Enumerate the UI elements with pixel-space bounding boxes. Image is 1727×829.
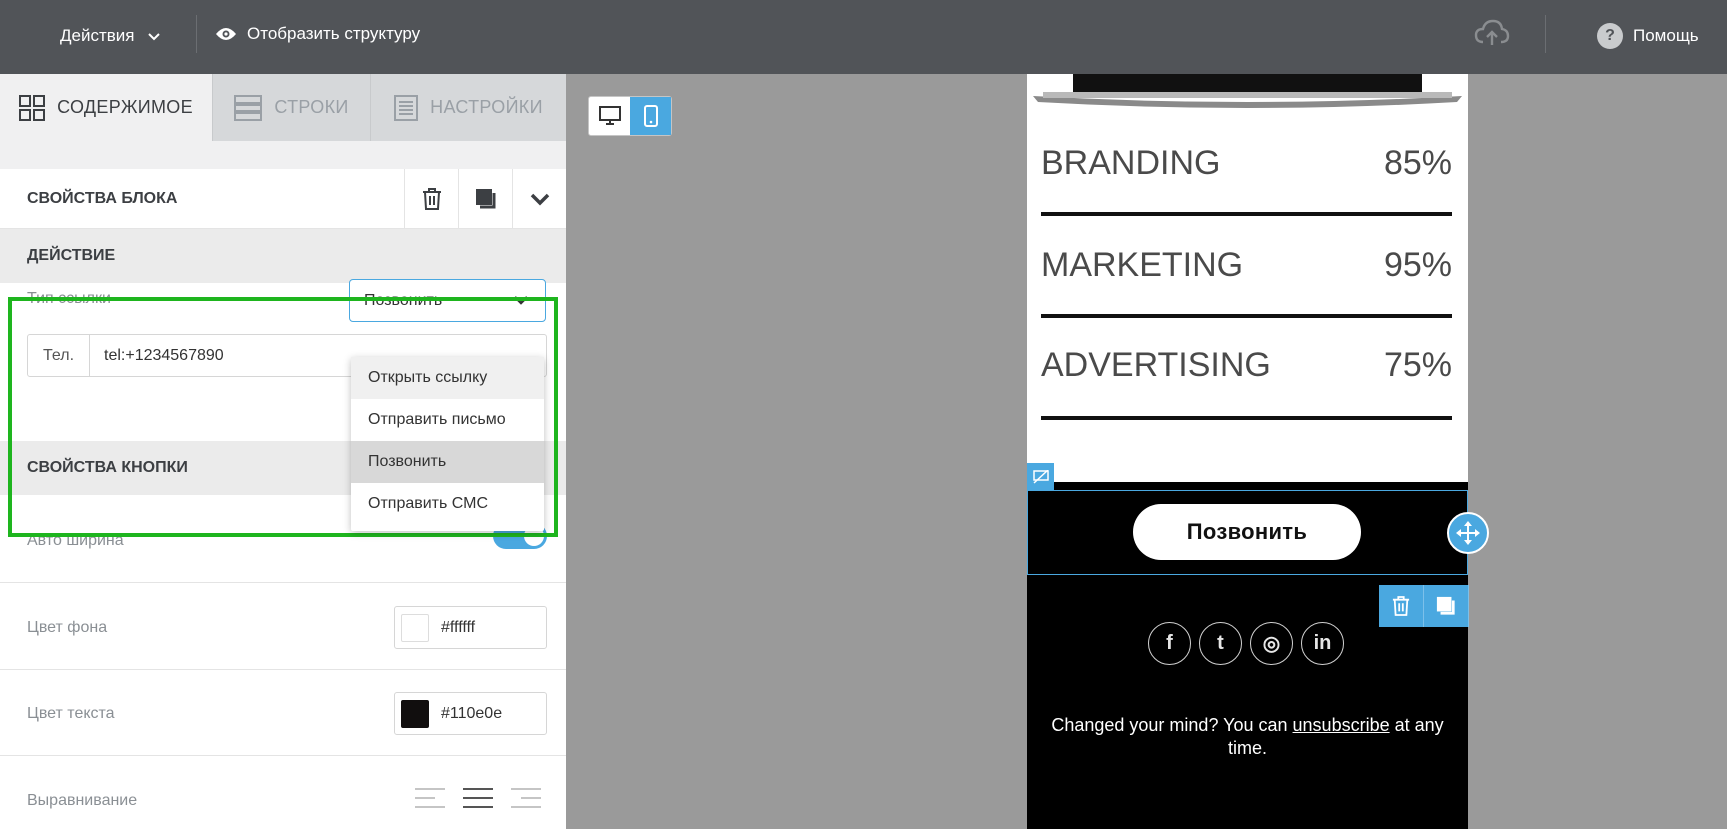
skill-row: BRANDING 85%: [1041, 144, 1452, 183]
show-structure-button[interactable]: Отобразить структуру: [215, 24, 420, 44]
sidebar-tabs: СОДЕРЖИМОЕ СТРОКИ НАСТРОЙКИ: [0, 74, 566, 141]
skill-percent: 95%: [1383, 246, 1452, 284]
show-structure-label: Отобразить структуру: [247, 24, 421, 43]
option-send-sms[interactable]: Отправить СМС: [351, 483, 544, 525]
trash-icon: [422, 187, 441, 210]
laptop-image: [1033, 74, 1462, 108]
desktop-icon: [598, 106, 621, 125]
mobile-view-button[interactable]: [630, 97, 671, 135]
skill-row: MARKETING 95%: [1041, 246, 1452, 285]
option-open-link[interactable]: Открыть ссылку: [351, 357, 544, 399]
tab-settings[interactable]: НАСТРОЙКИ: [371, 74, 566, 141]
text-color-swatch[interactable]: [401, 699, 429, 728]
phone-prefix: Тел.: [28, 335, 90, 376]
facebook-icon[interactable]: f: [1148, 622, 1191, 665]
phone-input[interactable]: tel:+1234567890: [90, 335, 224, 376]
align-left-icon[interactable]: [415, 787, 445, 809]
move-icon: [1456, 521, 1480, 545]
skill-name: ADVERTISING: [1041, 346, 1271, 384]
actions-menu[interactable]: Действия: [60, 24, 161, 48]
collapse-button[interactable]: [512, 168, 566, 229]
option-send-email[interactable]: Отправить письмо: [351, 399, 544, 441]
skill-name: MARKETING: [1041, 246, 1244, 284]
cloud-upload-icon[interactable]: [1474, 18, 1510, 53]
skill-bar: [1041, 212, 1452, 216]
mobile-icon: [643, 105, 658, 127]
unsubscribe-text: Changed your mind? You can unsubscribe a…: [1041, 714, 1454, 760]
bg-color-value: #ffffff: [441, 618, 476, 636]
help-icon: ?: [1597, 23, 1623, 49]
duplicate-block-button[interactable]: [458, 168, 512, 229]
tab-settings-label: НАСТРОЙКИ: [430, 97, 543, 117]
footer-text-pre: Changed your mind? You can: [1051, 715, 1293, 735]
duplicate-icon: [475, 188, 495, 208]
align-right-icon[interactable]: [511, 787, 541, 809]
text-color-label: Цвет текста: [27, 705, 115, 722]
auto-width-label: Авто ширина: [27, 532, 124, 549]
trash-icon: [1392, 596, 1410, 616]
option-call[interactable]: Позвонить: [351, 441, 544, 483]
delete-block-button[interactable]: [404, 168, 458, 229]
help-button[interactable]: ? Помощь: [1597, 23, 1699, 49]
tab-content-label: СОДЕРЖИМОЕ: [57, 97, 193, 117]
twitter-icon[interactable]: t: [1199, 622, 1242, 665]
chevron-down-icon: [514, 296, 528, 305]
divider: [0, 582, 566, 583]
skill-bar: [1041, 416, 1452, 420]
link-type-select[interactable]: Позвонить: [349, 279, 546, 322]
divider: [0, 755, 566, 756]
tab-rows[interactable]: СТРОКИ: [213, 74, 371, 141]
tab-rows-label: СТРОКИ: [274, 97, 349, 117]
bg-color-field[interactable]: #ffffff: [394, 606, 547, 649]
align-options: [415, 787, 541, 809]
chevron-down-icon: [148, 33, 161, 41]
align-label: Выравнивание: [27, 792, 138, 809]
skill-row: ADVERTISING 75%: [1041, 346, 1452, 385]
eye-icon: [216, 28, 236, 40]
move-row-handle[interactable]: [1447, 512, 1489, 554]
skill-percent: 75%: [1383, 346, 1452, 384]
actions-label: Действия: [60, 26, 135, 45]
toolbar-divider: [196, 15, 197, 53]
desktop-view-button[interactable]: [589, 97, 630, 135]
text-color-field[interactable]: #110e0e: [394, 692, 547, 735]
align-center-icon[interactable]: [463, 787, 493, 809]
divider: [0, 669, 566, 670]
instagram-icon[interactable]: ◎: [1250, 622, 1293, 665]
skill-bar: [1041, 314, 1452, 318]
action-section-header: ДЕЙСТВИЕ: [0, 229, 566, 283]
social-icons: f t ◎ in: [1148, 622, 1344, 665]
help-label: Помощь: [1633, 26, 1699, 45]
tab-content[interactable]: СОДЕРЖИМОЕ: [0, 74, 213, 141]
grid-icon: [19, 94, 46, 121]
link-type-label: Тип ссылки: [27, 290, 111, 307]
rows-icon: [234, 94, 263, 121]
bg-color-label: Цвет фона: [27, 619, 108, 636]
device-toggle: [588, 96, 672, 136]
block-properties-title: СВОЙСТВА БЛОКА: [27, 189, 178, 207]
call-button[interactable]: Позвонить: [1133, 504, 1361, 560]
block-properties-header: СВОЙСТВА БЛОКА: [0, 168, 566, 229]
duplicate-row-button[interactable]: [1424, 585, 1469, 627]
chevron-down-icon: [530, 193, 549, 205]
skill-name: BRANDING: [1041, 144, 1221, 182]
link-type-dropdown: Открыть ссылку Отправить письмо Позвонит…: [351, 357, 544, 531]
text-color-value: #110e0e: [441, 704, 503, 722]
top-toolbar: Действия Отобразить структуру ? Помощь: [0, 0, 1727, 74]
unsubscribe-link[interactable]: unsubscribe: [1293, 715, 1390, 735]
skill-percent: 85%: [1383, 144, 1452, 182]
bg-color-swatch[interactable]: [401, 613, 429, 642]
duplicate-icon: [1436, 596, 1455, 615]
left-sidebar: СОДЕРЖИМОЕ СТРОКИ НАСТРОЙКИ СВОЙСТВА БЛО…: [0, 74, 566, 829]
link-type-value: Позвонить: [364, 291, 443, 309]
toolbar-divider: [1545, 15, 1546, 53]
hide-on-desktop-icon[interactable]: [1027, 463, 1054, 490]
settings-doc-icon: [394, 94, 419, 121]
row-tools: [1379, 585, 1469, 627]
email-preview: BRANDING 85% MARKETING 95% ADVERTISING 7…: [1027, 74, 1468, 829]
delete-row-button[interactable]: [1379, 585, 1424, 627]
linkedin-icon[interactable]: in: [1301, 622, 1344, 665]
